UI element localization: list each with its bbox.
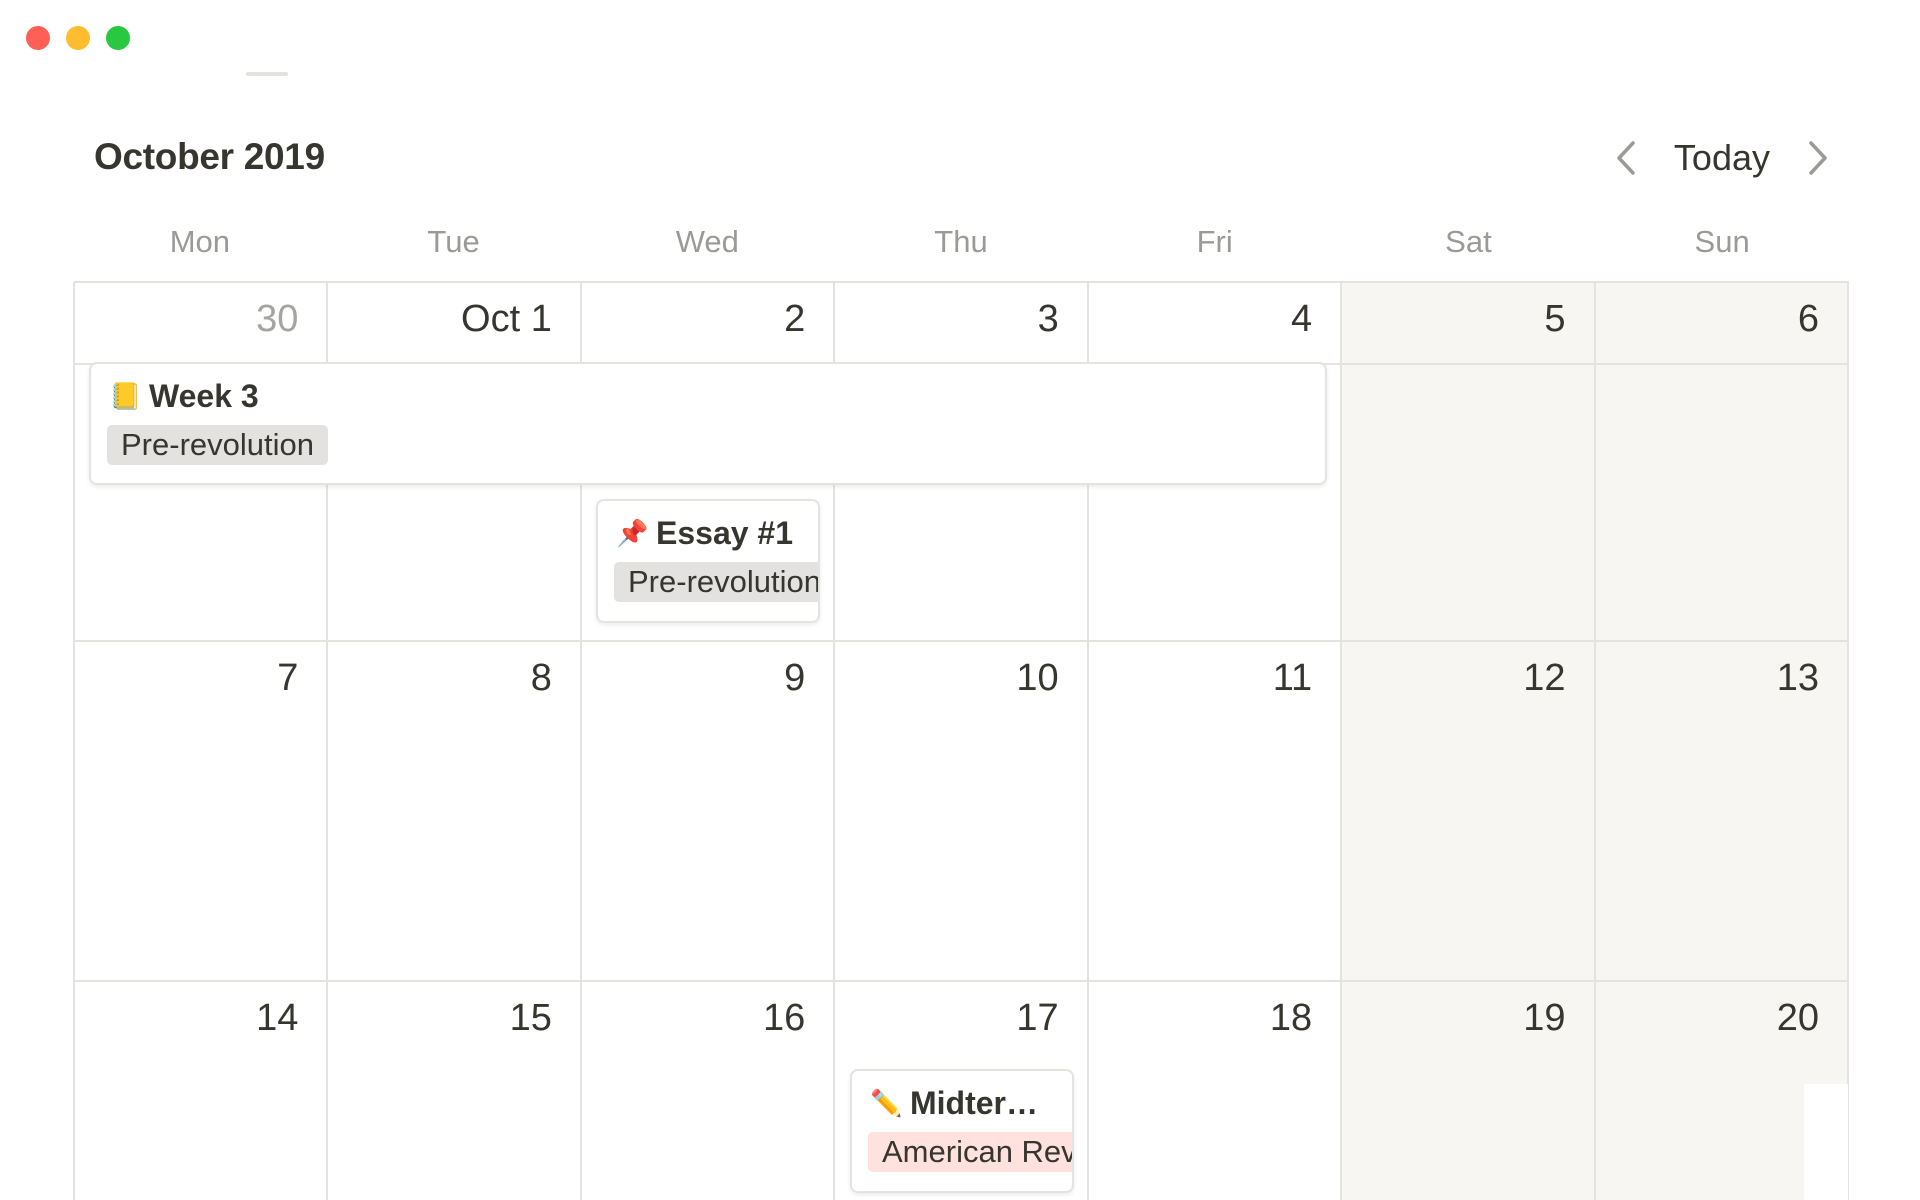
day-number: 8 <box>530 657 552 699</box>
notebook-icon: 📒 <box>109 381 142 411</box>
event-title-row: 📒 Week 3 <box>91 364 1325 415</box>
divider <box>246 72 288 76</box>
day-cell[interactable]: 19 <box>1342 982 1596 1200</box>
day-number: Oct 1 <box>461 298 552 340</box>
day-number: 15 <box>509 997 552 1039</box>
next-month-button[interactable] <box>1796 136 1840 180</box>
day-number: 11 <box>1272 657 1313 699</box>
today-button[interactable]: Today <box>1648 135 1796 181</box>
pushpin-icon: 📌 <box>616 518 649 548</box>
weekday-label: Fri <box>1196 224 1233 259</box>
day-number: 18 <box>1269 997 1313 1039</box>
event-tag: Pre-revolution <box>107 425 328 465</box>
day-cell[interactable]: 6 <box>1595 283 1849 640</box>
previous-month-button[interactable] <box>1604 136 1648 180</box>
event-title: Week 3 <box>149 378 259 414</box>
event-card[interactable]: ✏️ Midter… American Rev <box>850 1069 1074 1193</box>
weekday-label: Wed <box>675 224 739 259</box>
day-cell[interactable]: 16 <box>581 982 836 1200</box>
chevron-left-icon <box>1617 141 1635 175</box>
day-number: 7 <box>277 657 299 699</box>
maximize-window-button[interactable] <box>106 26 130 50</box>
day-number: 30 <box>256 298 299 340</box>
day-number: 2 <box>784 298 806 340</box>
weekday-label: Thu <box>934 224 988 259</box>
day-number: 4 <box>1291 298 1313 340</box>
day-cell[interactable]: 7 <box>75 642 329 980</box>
day-number: 10 <box>1016 657 1059 699</box>
weekday-header: Mon Tue Wed Thu Fri Sat Sun <box>73 218 1849 266</box>
minimize-window-button[interactable] <box>66 26 90 50</box>
day-number: 5 <box>1544 298 1566 340</box>
weekday-label: Sat <box>1445 224 1492 259</box>
day-cell[interactable]: 9 <box>581 642 836 980</box>
day-number: 6 <box>1797 298 1819 340</box>
event-title: Essay #1 <box>656 515 794 551</box>
day-number: 3 <box>1037 298 1059 340</box>
weekday-label: Mon <box>169 224 230 259</box>
day-cell[interactable]: 15 <box>328 982 582 1200</box>
day-number: 19 <box>1523 997 1566 1039</box>
calendar-navigation: Today <box>1604 132 1840 184</box>
pencil-icon: ✏️ <box>870 1088 903 1118</box>
day-number: 20 <box>1776 997 1819 1039</box>
day-number: 17 <box>1016 997 1059 1039</box>
day-number: 14 <box>256 997 299 1039</box>
close-window-button[interactable] <box>26 26 50 50</box>
day-number: 12 <box>1523 657 1566 699</box>
calendar-window: October 2019 Today Mon Tue Wed Thu Fri S… <box>0 0 1920 1200</box>
day-number: 9 <box>784 657 806 699</box>
event-card[interactable]: 📌 Essay #1 Pre-revolution <box>596 499 820 623</box>
weekday-label: Tue <box>427 224 480 259</box>
event-title: Midter… <box>910 1085 1038 1121</box>
weekday-label: Sun <box>1694 224 1750 259</box>
page-title: October 2019 <box>94 136 325 177</box>
day-cell[interactable]: 12 <box>1342 642 1596 980</box>
day-number: 13 <box>1776 657 1819 699</box>
day-cell[interactable]: 18 <box>1088 982 1343 1200</box>
overlay-panel <box>1804 1084 1848 1200</box>
day-number: 16 <box>763 997 806 1039</box>
chevron-right-icon <box>1809 141 1827 175</box>
event-tag: American Rev <box>868 1132 1072 1172</box>
day-cell[interactable]: 5 <box>1342 283 1596 640</box>
event-title-row: ✏️ Midter… <box>852 1071 1072 1122</box>
day-cell[interactable]: 10 <box>835 642 1089 980</box>
event-title-row: 📌 Essay #1 <box>598 501 818 552</box>
event-tag: Pre-revolution <box>614 562 818 602</box>
day-cell[interactable]: 13 <box>1595 642 1849 980</box>
day-cell[interactable]: 14 <box>75 982 329 1200</box>
event-card[interactable]: 📒 Week 3 Pre-revolution <box>89 362 1327 485</box>
day-cell[interactable]: 8 <box>328 642 582 980</box>
window-controls <box>26 26 130 50</box>
week-row: 7 8 9 10 11 12 13 <box>75 640 1849 980</box>
day-cell[interactable]: 11 <box>1088 642 1343 980</box>
